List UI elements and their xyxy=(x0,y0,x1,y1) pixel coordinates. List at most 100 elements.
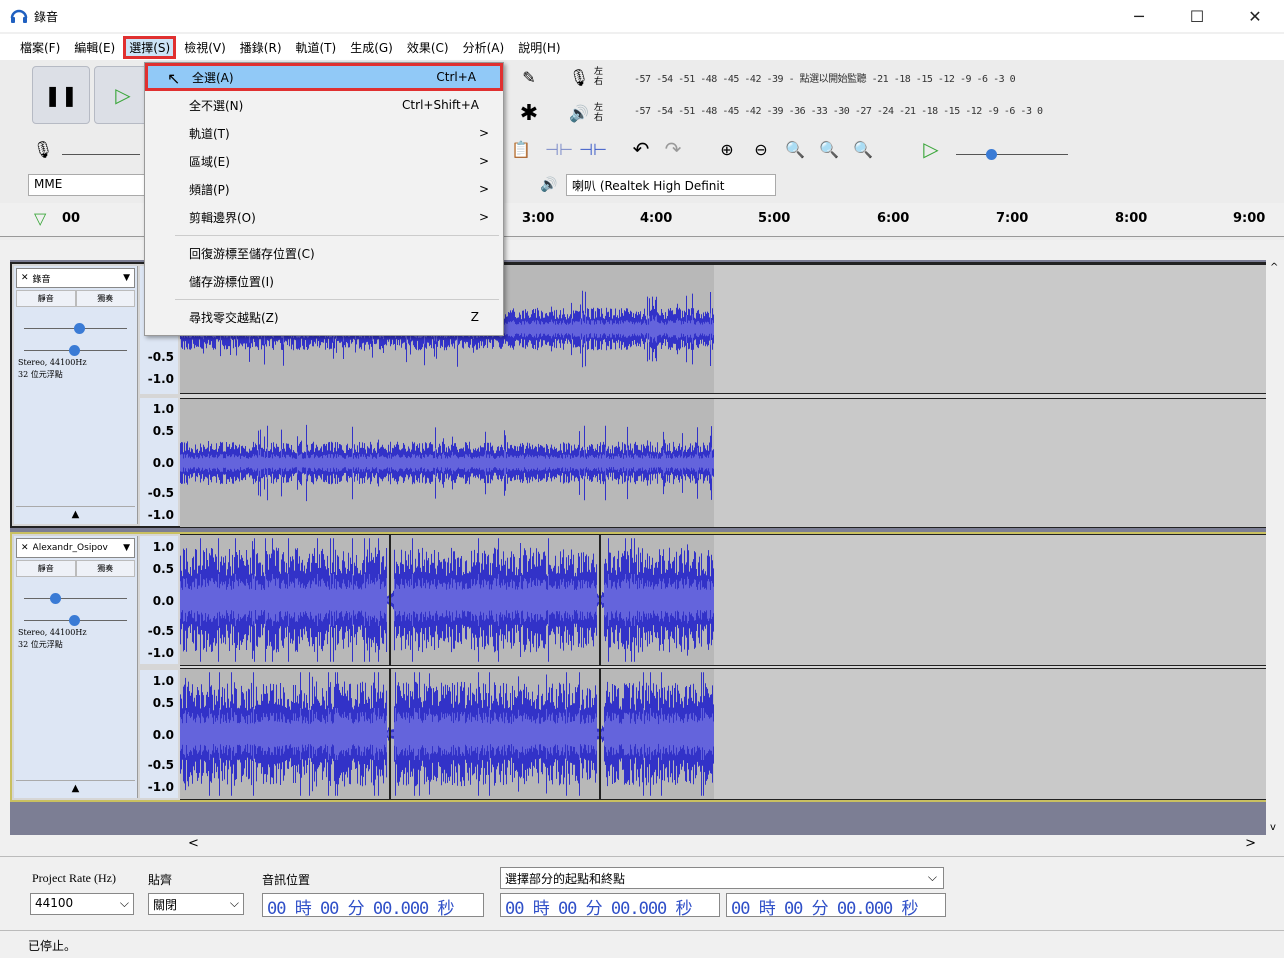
zoom-toggle-icon[interactable]: 🔍 xyxy=(850,136,876,162)
scale-label: -0.5 xyxy=(147,758,174,772)
snap-value: 關閉 xyxy=(153,898,178,912)
solo-button[interactable]: 獨奏 xyxy=(75,560,135,577)
waveform-svg xyxy=(180,399,714,527)
menu-edit[interactable]: 編輯(E) xyxy=(68,36,121,59)
menu-item-tracks[interactable]: 軌道(T) > xyxy=(145,119,503,147)
menu-analyze[interactable]: 分析(A) xyxy=(457,36,511,59)
selection-mode-select[interactable]: 選擇部分的起點和終點 ⌵ xyxy=(500,867,944,889)
selection-start-time[interactable]: 00 時 00 分 00.000 秒 xyxy=(500,893,720,919)
scale-label: -0.5 xyxy=(147,486,174,500)
speaker-icon[interactable]: 🔊 xyxy=(566,100,592,126)
collapse-track-button[interactable]: ▲ xyxy=(16,506,135,522)
waveform-channel-right[interactable] xyxy=(180,398,1270,528)
menu-item-cursor-to-stored[interactable]: 回復游標至儲存位置(C) xyxy=(145,239,503,267)
undo-icon[interactable]: ↶ xyxy=(628,136,654,162)
gain-knob[interactable] xyxy=(74,323,85,334)
pan-slider[interactable] xyxy=(24,335,127,356)
menu-view[interactable]: 檢視(V) xyxy=(178,36,232,59)
redo-icon[interactable]: ↷ xyxy=(660,136,686,162)
pan-knob[interactable] xyxy=(69,345,80,356)
track-name[interactable]: Alexandr_Osipov xyxy=(33,543,120,553)
record-meter[interactable]: -57 -54 -51 -48 -45 -42 -39 - 點選以開始監聽 -2… xyxy=(634,70,1016,92)
vertical-scale[interactable]: 1.0 0.5 0.0 -0.5 -1.0 xyxy=(140,398,178,526)
multi-tool-icon[interactable]: ✱ xyxy=(516,100,542,126)
pause-button[interactable]: ❚❚ xyxy=(32,66,90,124)
menu-item-region[interactable]: 區域(E) > xyxy=(145,147,503,175)
track-panel[interactable]: ✕ 錄音 ▼ 靜音 獨奏 Stereo, 44100Hz 32 位元浮點 ▲ -… xyxy=(10,260,1274,835)
close-track-icon[interactable]: ✕ xyxy=(17,543,33,553)
track-name[interactable]: 錄音 xyxy=(33,272,120,285)
scale-label: 1.0 xyxy=(152,402,174,416)
play-at-speed-icon[interactable]: ▷ xyxy=(918,136,944,162)
mute-button[interactable]: 靜音 xyxy=(16,560,76,577)
zoom-in-icon[interactable]: ⊕ xyxy=(714,136,740,162)
menu-item-select-all[interactable]: 全選(A) Ctrl+A xyxy=(145,63,503,91)
selection-end-time[interactable]: 00 時 00 分 00.000 秒 xyxy=(726,893,946,919)
vertical-scale[interactable]: 1.0 0.5 0.0 -0.5 -1.0 xyxy=(140,536,178,664)
menu-help[interactable]: 說明(H) xyxy=(512,36,566,59)
menu-item-spectral[interactable]: 頻譜(P) > xyxy=(145,175,503,203)
waveform-svg xyxy=(180,535,714,665)
trim-icon[interactable]: ⊣⊢ xyxy=(545,136,573,162)
pan-slider[interactable] xyxy=(24,605,127,626)
play-head-icon[interactable]: ▽ xyxy=(34,209,46,228)
menu-select[interactable]: 選擇(S) xyxy=(123,35,177,59)
audio-position-time[interactable]: 00 時 00 分 00.000 秒 xyxy=(262,893,484,919)
vertical-scrollbar[interactable]: ^ v xyxy=(1266,260,1284,835)
scroll-down-icon[interactable]: v xyxy=(1270,822,1276,833)
vertical-scale[interactable]: 1.0 0.5 0.0 -0.5 -1.0 xyxy=(140,670,178,798)
play-speed-knob[interactable] xyxy=(986,149,997,160)
ruler-label: 4:00 xyxy=(640,211,673,226)
project-rate-select[interactable]: 44100 ⌵ xyxy=(30,893,134,915)
scroll-right-icon[interactable]: > xyxy=(1245,836,1256,851)
scale-label: -1.0 xyxy=(147,646,174,660)
fit-selection-icon[interactable]: 🔍 xyxy=(782,136,808,162)
audio-track-2[interactable]: ✕ Alexandr_Osipov ▼ 靜音 獨奏 Stereo, 44100H… xyxy=(10,532,1272,802)
pan-knob[interactable] xyxy=(69,615,80,626)
close-button[interactable]: ✕ xyxy=(1226,0,1284,32)
scroll-up-icon[interactable]: ^ xyxy=(1270,262,1278,273)
paste-icon[interactable]: 📋 xyxy=(508,136,534,162)
collapse-track-button[interactable]: ▲ xyxy=(16,780,135,796)
mute-button[interactable]: 靜音 xyxy=(16,290,76,307)
record-volume-slider[interactable] xyxy=(62,154,140,155)
maximize-button[interactable]: ☐ xyxy=(1168,0,1226,32)
menu-item-store-cursor[interactable]: 儲存游標位置(I) xyxy=(145,267,503,295)
scroll-left-icon[interactable]: < xyxy=(188,836,199,851)
playback-meter[interactable]: -57 -54 -51 -48 -45 -42 -39 -36 -33 -30 … xyxy=(634,106,1043,128)
track-control-panel[interactable]: ✕ 錄音 ▼ 靜音 獨奏 Stereo, 44100Hz 32 位元浮點 ▲ xyxy=(14,266,138,524)
zoom-out-icon[interactable]: ⊖ xyxy=(748,136,774,162)
snap-select[interactable]: 關閉 ⌵ xyxy=(148,893,244,915)
project-rate-label: Project Rate (Hz) xyxy=(32,871,116,885)
audio-host-select[interactable]: MME xyxy=(28,174,146,196)
gain-slider[interactable] xyxy=(24,313,127,334)
silence-icon[interactable]: ⊣⊢ xyxy=(579,136,607,162)
output-device-select[interactable]: 喇叭 (Realtek High Definit xyxy=(566,174,776,196)
pause-icon: ❚❚ xyxy=(44,83,78,107)
fit-project-icon[interactable]: 🔍 xyxy=(816,136,842,162)
menu-generate[interactable]: 生成(G) xyxy=(344,36,399,59)
menu-item-select-none[interactable]: 全不選(N) Ctrl+Shift+A xyxy=(145,91,503,119)
gain-knob[interactable] xyxy=(50,593,61,604)
draw-tool-icon[interactable]: ✎ xyxy=(516,64,542,90)
horizontal-scrollbar[interactable]: < > xyxy=(10,836,1274,854)
menu-item-zero-crossing[interactable]: 尋找零交越點(Z) Z xyxy=(145,303,503,331)
menu-tracks[interactable]: 軌道(T) xyxy=(290,36,343,59)
solo-button[interactable]: 獨奏 xyxy=(75,290,135,307)
play-speed-slider[interactable] xyxy=(956,154,1068,155)
track-control-panel[interactable]: ✕ Alexandr_Osipov ▼ 靜音 獨奏 Stereo, 44100H… xyxy=(14,536,138,798)
menu-transport[interactable]: 播錄(R) xyxy=(234,36,288,59)
track-menu-icon[interactable]: ▼ xyxy=(119,273,134,283)
menu-file[interactable]: 檔案(F) xyxy=(14,36,66,59)
scale-label: -1.0 xyxy=(147,372,174,386)
close-track-icon[interactable]: ✕ xyxy=(17,273,33,283)
track-menu-icon[interactable]: ▼ xyxy=(119,543,134,553)
menu-item-clip-boundaries[interactable]: 剪輯邊界(O) > xyxy=(145,203,503,231)
menu-separator xyxy=(175,235,499,236)
waveform-channel-right[interactable] xyxy=(180,668,1270,800)
menu-effect[interactable]: 效果(C) xyxy=(401,36,455,59)
minimize-button[interactable]: ─ xyxy=(1110,0,1168,32)
waveform-channel-left[interactable] xyxy=(180,534,1270,666)
gain-slider[interactable] xyxy=(24,583,127,604)
microphone-icon[interactable]: 🎙 xyxy=(566,64,592,90)
